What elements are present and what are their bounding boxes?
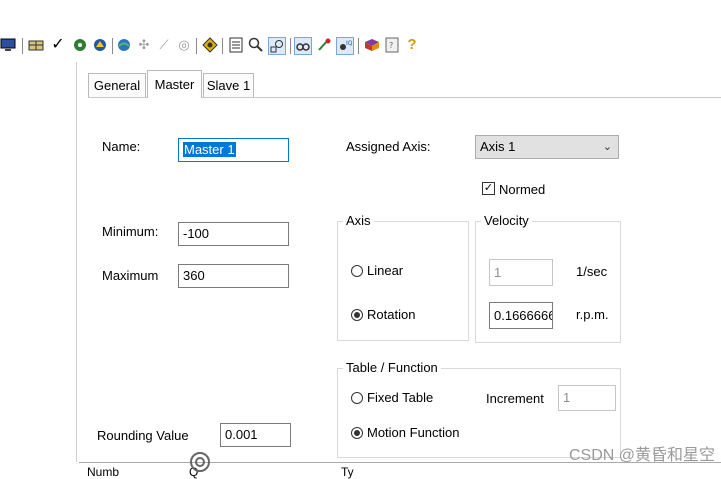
book-icon[interactable] [364,37,380,53]
tab-label: Slave 1 [206,78,251,93]
velocity-group-title: Velocity [481,213,532,228]
zoom-region-icon[interactable] [268,37,286,55]
gear-cam-icon[interactable] [92,37,108,53]
binoculars-icon[interactable] [294,37,312,55]
maximum-input[interactable]: 360 [178,264,289,288]
rounding-input[interactable]: 0.001 [220,423,291,447]
rotation-radio[interactable] [351,309,363,321]
minimum-input[interactable]: -100 [178,222,289,246]
column-header: Numb [87,465,120,479]
normed-checkbox[interactable]: ✓ [482,182,495,195]
tab-label: Master [154,77,195,92]
table-function-group-title: Table / Function [343,360,441,375]
toolbar: ✓ ✣ ⟋ ◎ IQ ? ? [0,0,721,55]
maximum-label: Maximum [102,268,159,283]
column-header: Ty [341,465,354,479]
doc-icon[interactable]: ? [384,37,400,53]
assigned-axis-label: Assigned Axis: [346,139,431,154]
loading-spinner-icon [186,450,214,477]
rotation-label: Rotation [367,307,416,322]
fixed-table-radio[interactable] [351,392,363,404]
rounding-label: Rounding Value [97,428,189,443]
velocity-rpm-unit: r.p.m. [576,307,609,322]
globe-icon[interactable] [116,37,132,53]
tab-general[interactable]: General [88,73,146,97]
linear-radio[interactable] [351,265,363,277]
diamond-icon[interactable] [202,37,218,53]
normed-label: Normed [499,182,546,197]
fixed-table-label: Fixed Table [367,390,434,405]
svg-text:IQ: IQ [346,40,352,47]
tool-icon[interactable] [72,37,88,53]
target-icon[interactable]: ◎ [176,37,192,53]
name-input[interactable]: Master 1 [178,138,289,162]
assigned-axis-value: Axis 1 [480,139,516,154]
list-icon[interactable] [228,37,244,53]
monitor-icon[interactable] [0,37,16,53]
motion-function-label: Motion Function [367,425,460,440]
tab-slave-1[interactable]: Slave 1 [203,73,254,97]
panel-left-border [76,62,77,462]
help-icon[interactable]: ? [404,37,420,53]
search-icon[interactable] [248,37,264,53]
velocity-per-sec-unit: 1/sec [576,264,608,279]
tab-label: General [93,78,141,93]
node-icon[interactable] [316,37,332,53]
chevron-down-icon: ⌄ [602,141,612,153]
increment-label: Increment [486,391,544,406]
linear-label: Linear [367,263,404,278]
assigned-axis-select[interactable]: Axis 1 ⌄ [475,135,619,159]
graph-icon[interactable]: IQ [336,37,354,55]
wand-icon[interactable]: ⟋ [156,37,172,53]
velocity-rpm-input[interactable]: 0.1666666 [489,302,553,329]
check-icon[interactable]: ✓ [50,37,66,53]
minimum-label: Minimum: [102,224,159,239]
axis-group-title: Axis [343,213,374,228]
network-icon[interactable]: ✣ [136,37,152,53]
increment-input[interactable]: 1 [558,385,616,411]
velocity-per-sec-input[interactable]: 1 [489,259,553,286]
axis-group [337,221,469,341]
name-input-value: Master 1 [183,142,236,157]
name-label: Name: [102,139,141,154]
svg-text:?: ? [389,41,393,50]
tab-master[interactable]: Master [147,70,202,98]
grid-icon[interactable] [28,37,44,53]
watermark: CSDN @黄昏和星空 [568,447,715,464]
motion-function-radio[interactable] [351,427,363,439]
